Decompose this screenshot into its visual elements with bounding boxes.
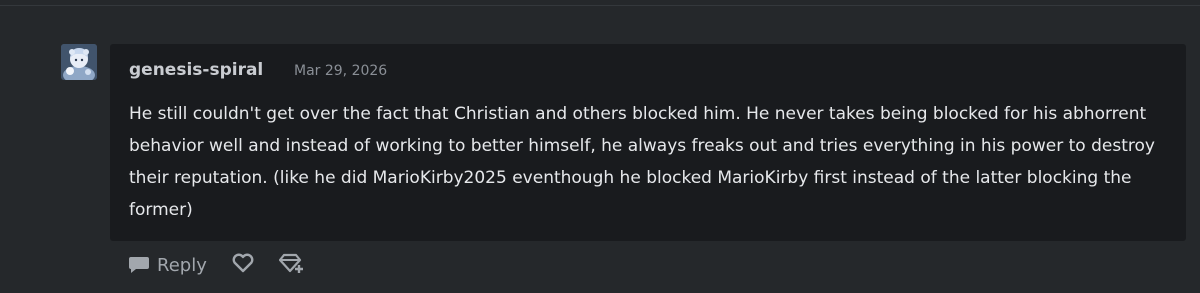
user-avatar-icon: [61, 44, 97, 80]
avatar[interactable]: [61, 44, 97, 80]
divider: [0, 5, 1200, 6]
reply-label: Reply: [157, 254, 207, 276]
like-button[interactable]: [231, 252, 255, 278]
comment-thread: genesis-spiral Mar 29, 2026 He still cou…: [0, 0, 1200, 293]
reply-button[interactable]: Reply: [128, 255, 207, 276]
comment-actions: Reply: [128, 252, 305, 278]
award-button[interactable]: [278, 252, 305, 278]
comment-body: He still couldn't get over the fact that…: [129, 104, 1155, 220]
comment-author[interactable]: genesis-spiral: [129, 60, 263, 80]
gem-plus-icon: [278, 252, 305, 278]
speech-bubble-icon: [128, 255, 150, 275]
comment-card: genesis-spiral Mar 29, 2026 He still cou…: [110, 44, 1186, 241]
heart-icon: [231, 252, 255, 278]
comment-timestamp[interactable]: Mar 29, 2026: [294, 63, 387, 79]
